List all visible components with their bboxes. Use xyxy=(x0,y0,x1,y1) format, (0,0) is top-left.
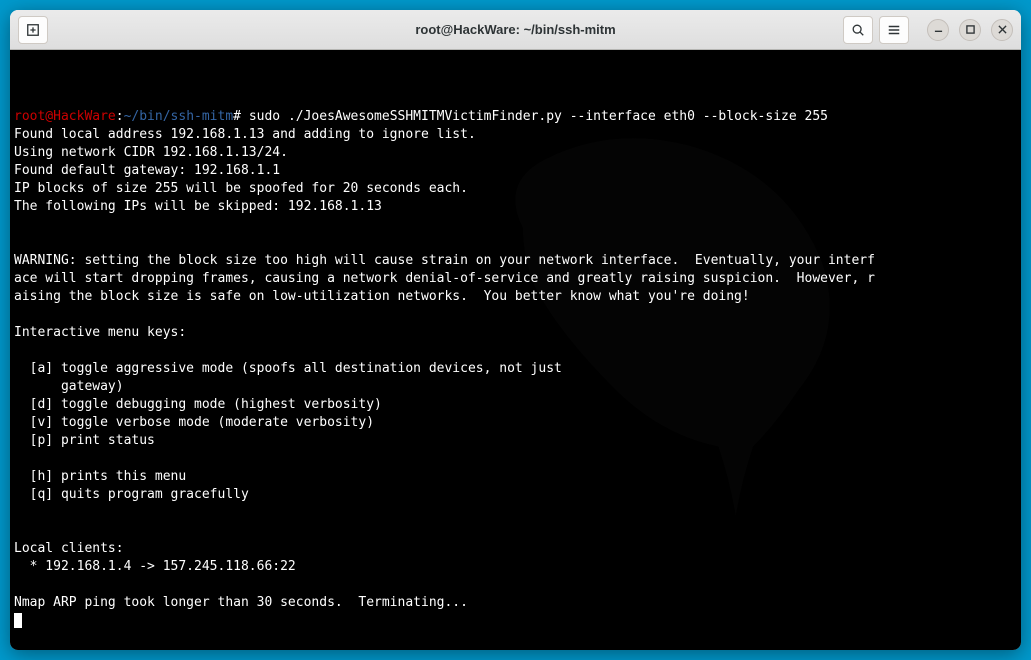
nmap-line: Nmap ARP ping took longer than 30 second… xyxy=(14,595,468,610)
menu-item: [h] prints this menu xyxy=(14,469,186,484)
clients-header: Local clients: xyxy=(14,541,124,556)
titlebar: root@HackWare: ~/bin/ssh-mitm xyxy=(10,10,1021,50)
terminal-body[interactable]: root@HackWare:~/bin/ssh-mitm# sudo ./Joe… xyxy=(10,50,1021,650)
menu-item: [q] quits program gracefully xyxy=(14,487,249,502)
menu-header: Interactive menu keys: xyxy=(14,325,186,340)
close-button[interactable] xyxy=(991,19,1013,41)
menu-item: [v] toggle verbose mode (moderate verbos… xyxy=(14,415,374,430)
maximize-button[interactable] xyxy=(959,19,981,41)
output-line: The following IPs will be skipped: 192.1… xyxy=(14,199,382,214)
prompt-user: root@HackWare xyxy=(14,109,116,124)
menu-item: [a] toggle aggressive mode (spoofs all d… xyxy=(14,361,562,376)
client-line: * 192.168.1.4 -> 157.245.118.66:22 xyxy=(14,559,296,574)
menu-button[interactable] xyxy=(879,16,909,44)
prompt-separator: : xyxy=(116,109,124,124)
terminal-output: root@HackWare:~/bin/ssh-mitm# sudo ./Joe… xyxy=(14,108,1017,630)
new-tab-icon xyxy=(26,23,40,37)
menu-item: [p] print status xyxy=(14,433,155,448)
command-text: sudo ./JoesAwesomeSSHMITMVictimFinder.py… xyxy=(249,109,828,124)
warning-line: aising the block size is safe on low-uti… xyxy=(14,289,750,304)
prompt-path: ~/bin/ssh-mitm xyxy=(124,109,234,124)
cursor xyxy=(14,613,22,628)
new-tab-button[interactable] xyxy=(18,16,48,44)
warning-line: WARNING: setting the block size too high… xyxy=(14,253,875,268)
search-icon xyxy=(851,23,865,37)
hamburger-icon xyxy=(887,23,901,37)
menu-item: gateway) xyxy=(14,379,124,394)
output-line: Using network CIDR 192.168.1.13/24. xyxy=(14,145,288,160)
output-line: Found default gateway: 192.168.1.1 xyxy=(14,163,280,178)
search-button[interactable] xyxy=(843,16,873,44)
warning-line: ace will start dropping frames, causing … xyxy=(14,271,875,286)
menu-item: [d] toggle debugging mode (highest verbo… xyxy=(14,397,382,412)
minimize-button[interactable] xyxy=(927,19,949,41)
close-icon xyxy=(998,25,1007,34)
output-line: Found local address 192.168.1.13 and add… xyxy=(14,127,476,142)
output-line: IP blocks of size 255 will be spoofed fo… xyxy=(14,181,468,196)
terminal-window: root@HackWare: ~/bin/ssh-mitm xyxy=(10,10,1021,650)
prompt-hash: # xyxy=(233,109,241,124)
minimize-icon xyxy=(934,25,943,34)
maximize-icon xyxy=(966,25,975,34)
